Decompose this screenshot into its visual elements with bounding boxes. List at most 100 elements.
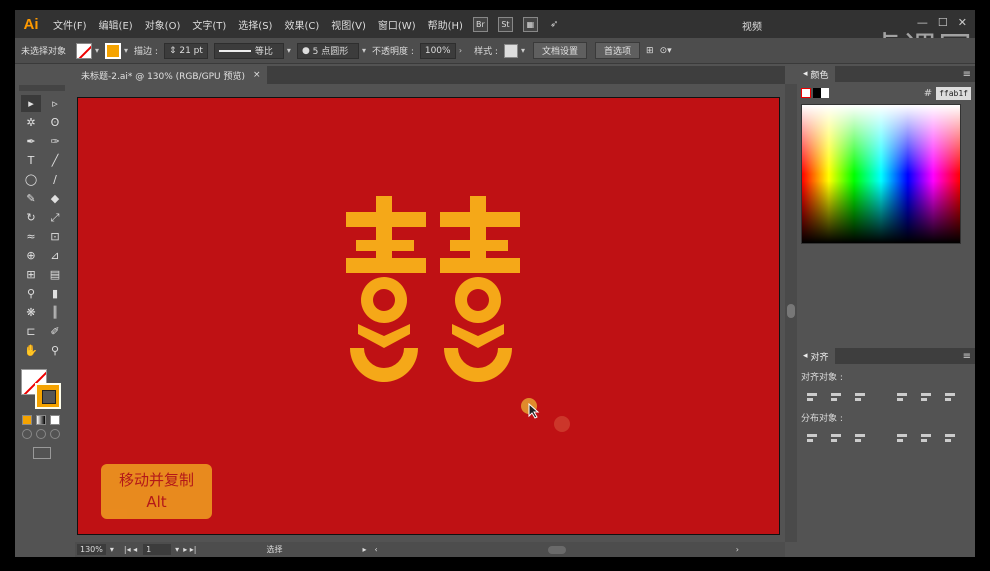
style-swatch[interactable] xyxy=(503,43,518,58)
artboard-tool-icon[interactable]: ⊏ xyxy=(21,323,41,340)
menu-effect[interactable]: 效果(C) xyxy=(284,17,319,32)
chart-tool-icon[interactable]: ▮ xyxy=(45,285,65,302)
hand-tool-icon[interactable]: ✋ xyxy=(21,342,41,359)
screen-mode-icon[interactable] xyxy=(33,447,51,459)
gradient-mode-icon[interactable] xyxy=(36,415,46,425)
panel-menu-icon[interactable]: ⊙▾ xyxy=(660,46,672,56)
direct-selection-tool-icon[interactable]: ▹ xyxy=(45,95,65,112)
paintbrush-icon[interactable]: ∕ xyxy=(45,171,65,188)
next-page-icon[interactable]: ▸ ▸| xyxy=(183,545,196,554)
menu-object[interactable]: 对象(O) xyxy=(145,17,181,32)
bridge-button[interactable]: Br xyxy=(472,16,488,32)
stepper-icon[interactable]: ⇕ xyxy=(169,46,179,56)
close-icon[interactable]: × xyxy=(253,70,261,80)
chevron-down-icon[interactable]: ▾ xyxy=(95,46,99,55)
scale-tool-icon[interactable]: ⤢ xyxy=(45,209,65,226)
distribute-horizontal-center-icon[interactable] xyxy=(919,432,933,444)
hex-input[interactable]: ffab1f xyxy=(936,86,971,100)
draw-inside-icon[interactable] xyxy=(50,429,60,439)
fill-stroke-widget[interactable] xyxy=(21,369,63,411)
pen-tool-icon[interactable]: ✒ xyxy=(21,133,41,150)
chevron-down-icon[interactable]: ▾ xyxy=(287,46,291,55)
play-icon[interactable]: ▸ xyxy=(362,545,366,554)
slice-tool-icon[interactable]: ✐ xyxy=(45,323,65,340)
draw-normal-icon[interactable] xyxy=(22,429,32,439)
panel-collapse-icon[interactable]: ◂ xyxy=(803,351,808,361)
eraser-icon[interactable]: ◆ xyxy=(45,190,65,207)
rotate-tool-icon[interactable]: ↻ xyxy=(21,209,41,226)
artboard[interactable]: 移动并复制 Alt xyxy=(77,97,780,535)
distribute-bottom-icon[interactable] xyxy=(853,432,867,444)
stroke-weight-field[interactable]: ⇕ 21 pt xyxy=(163,42,208,59)
panel-resize-handle[interactable] xyxy=(797,334,975,340)
zoom-tool-icon[interactable]: ⚲ xyxy=(45,342,65,359)
chevron-right-icon[interactable]: › xyxy=(459,46,462,55)
free-transform-icon[interactable]: ⊡ xyxy=(45,228,65,245)
fill-swatch[interactable] xyxy=(76,42,93,59)
panel-menu-icon[interactable]: ≡ xyxy=(963,69,971,80)
first-page-icon[interactable]: |◂ ◂ xyxy=(124,545,137,554)
width-tool-icon[interactable]: ≈ xyxy=(21,228,41,245)
black-swatch[interactable] xyxy=(813,88,821,98)
stroke-color-icon[interactable] xyxy=(35,383,61,409)
gradient-tool-icon[interactable]: ▤ xyxy=(45,266,65,283)
align-vertical-center-icon[interactable] xyxy=(919,391,933,403)
distribute-vertical-center-icon[interactable] xyxy=(829,432,843,444)
align-panel-tab[interactable]: ◂ 对齐 xyxy=(797,348,835,364)
vertical-scrollbar[interactable] xyxy=(785,84,797,542)
shaper-tool-icon[interactable]: ✎ xyxy=(21,190,41,207)
scroll-left-icon[interactable]: ‹ xyxy=(374,545,377,554)
chevron-down-icon[interactable]: ▾ xyxy=(124,46,128,55)
lasso-icon[interactable]: ʘ xyxy=(45,114,65,131)
type-tool-icon[interactable]: T xyxy=(21,152,41,169)
horizontal-scroll-thumb[interactable] xyxy=(547,545,566,554)
symbol-sprayer-icon[interactable]: ❋ xyxy=(21,304,41,321)
chevron-down-icon[interactable]: ▾ xyxy=(521,46,525,55)
gpu-performance-icon[interactable]: ➶ xyxy=(550,19,558,30)
menu-edit[interactable]: 编辑(E) xyxy=(99,17,133,32)
align-horizontal-center-icon[interactable] xyxy=(829,391,843,403)
brush-select[interactable]: ● 5 点圆形 xyxy=(296,42,359,59)
menu-select[interactable]: 选择(S) xyxy=(238,17,272,32)
color-panel-tab[interactable]: ◂ 颜色 xyxy=(797,66,835,82)
line-tool-icon[interactable]: ╱ xyxy=(45,152,65,169)
workspace-switcher[interactable]: 视频 xyxy=(742,18,762,33)
eyedropper-icon[interactable]: ⚲ xyxy=(21,285,41,302)
canvas-area[interactable]: 移动并复制 Alt xyxy=(75,84,785,542)
chevron-down-icon[interactable]: ▾ xyxy=(110,545,114,554)
ellipse-tool-icon[interactable]: ◯ xyxy=(21,171,41,188)
preferences-button[interactable]: 首选项 xyxy=(595,42,641,59)
stroke-swatch[interactable] xyxy=(105,42,122,59)
panel-menu-icon[interactable]: ≡ xyxy=(963,351,971,362)
selection-tool-icon[interactable]: ▸ xyxy=(21,95,41,112)
chevron-down-icon[interactable]: ▾ xyxy=(175,545,179,554)
align-left-icon[interactable] xyxy=(805,391,819,403)
menu-file[interactable]: 文件(F) xyxy=(53,17,87,32)
double-happiness-symbol[interactable] xyxy=(346,196,521,396)
distribute-top-icon[interactable] xyxy=(805,432,819,444)
document-tab[interactable]: 未标题-2.ai* @ 130% (RGB/GPU 预览) × xyxy=(75,66,267,84)
chevron-down-icon[interactable]: ▾ xyxy=(362,46,366,55)
mesh-tool-icon[interactable]: ⊞ xyxy=(21,266,41,283)
align-top-icon[interactable] xyxy=(895,391,909,403)
magic-wand-icon[interactable]: ✲ xyxy=(21,114,41,131)
menu-window[interactable]: 窗口(W) xyxy=(378,17,416,32)
stroke-profile-select[interactable]: 等比 xyxy=(213,42,284,59)
distribute-left-icon[interactable] xyxy=(895,432,909,444)
draw-behind-icon[interactable] xyxy=(36,429,46,439)
fill-none-small-icon[interactable] xyxy=(801,88,811,98)
align-right-icon[interactable] xyxy=(853,391,867,403)
arrange-documents-icon[interactable]: ▦ xyxy=(522,16,538,32)
align-bottom-icon[interactable] xyxy=(943,391,957,403)
panel-collapse-icon[interactable]: ◂ xyxy=(803,69,808,79)
curvature-tool-icon[interactable]: ✑ xyxy=(45,133,65,150)
column-graph-icon[interactable]: ║ xyxy=(45,304,65,321)
menu-view[interactable]: 视图(V) xyxy=(331,17,366,32)
white-swatch[interactable] xyxy=(821,88,829,98)
zoom-field[interactable]: 130% xyxy=(77,544,106,555)
menu-help[interactable]: 帮助(H) xyxy=(428,17,463,32)
menu-type[interactable]: 文字(T) xyxy=(192,17,226,32)
distribute-right-icon[interactable] xyxy=(943,432,957,444)
page-field[interactable]: 1 xyxy=(143,544,172,555)
color-spectrum[interactable] xyxy=(801,104,961,244)
